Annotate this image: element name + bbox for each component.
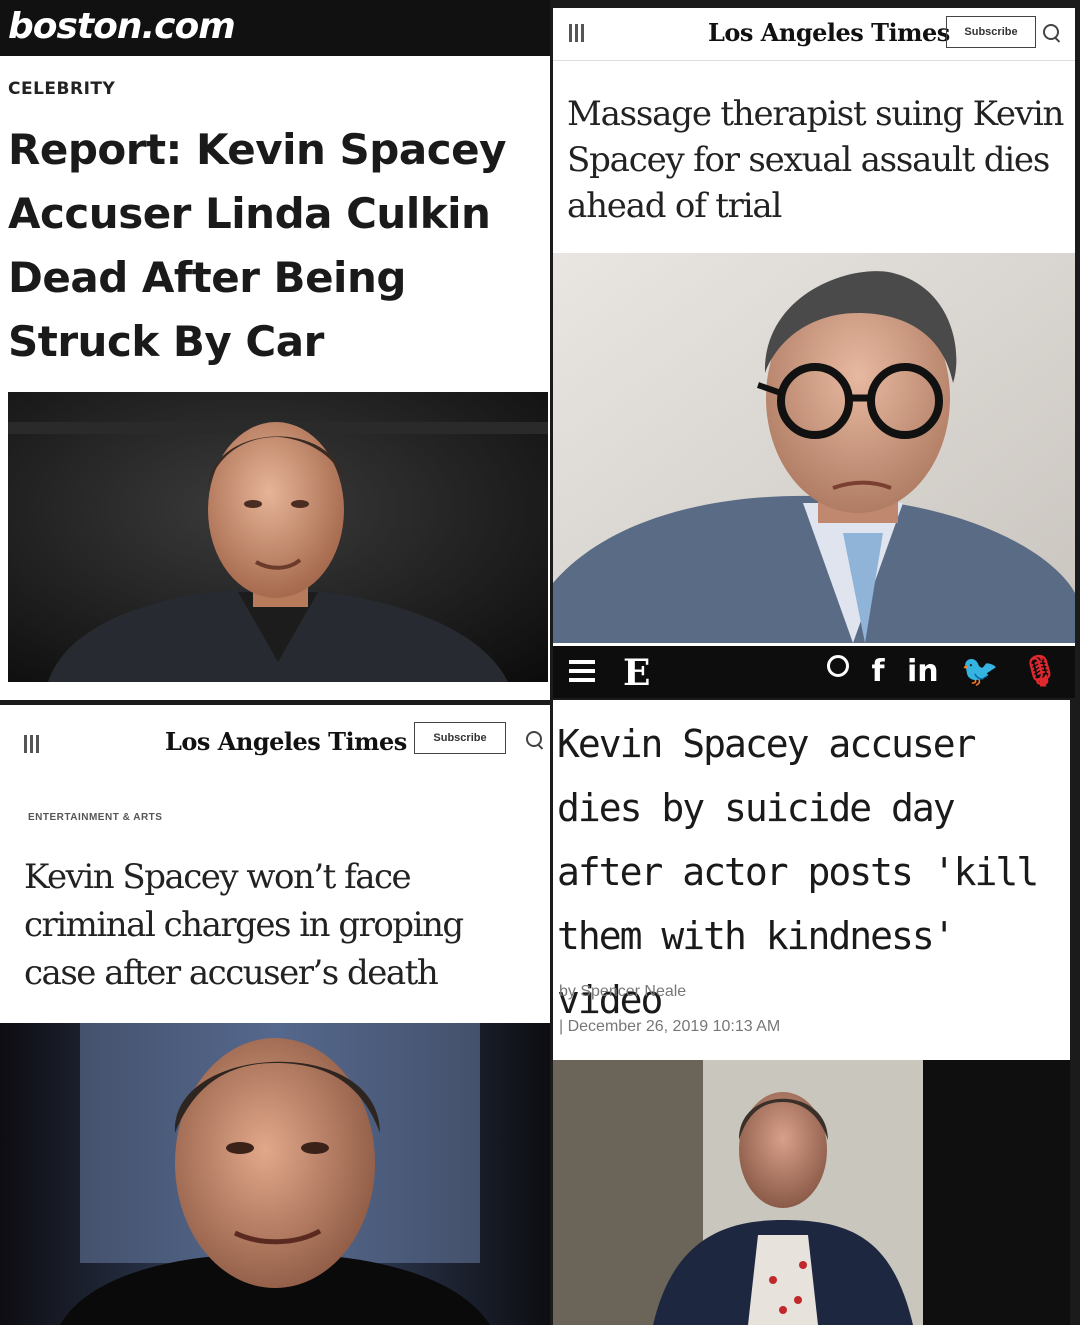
latimes-header: Los Angeles Times Subscribe xyxy=(553,8,1075,61)
search-icon[interactable] xyxy=(526,731,542,747)
facebook-icon[interactable]: f xyxy=(871,654,884,689)
article-card-suicide: Kevin Spacey accuser dies by suicide day… xyxy=(553,700,1070,1060)
publish-date: | December 26, 2019 10:13 AM xyxy=(559,1018,781,1035)
microphone-icon[interactable]: 🎙 xyxy=(1021,654,1059,689)
section-label[interactable]: CELEBRITY xyxy=(8,79,115,99)
twitter-icon[interactable]: 🐦 xyxy=(961,654,998,689)
menu-icon[interactable] xyxy=(24,735,46,753)
hamburger-menu-icon[interactable] xyxy=(569,660,595,687)
linkedin-icon[interactable]: in xyxy=(907,654,939,689)
subscribe-button[interactable]: Subscribe xyxy=(414,722,506,754)
site-nav-bar: E f in 🐦 🎙 xyxy=(553,646,1075,698)
boston-article-card: boston.com CELEBRITY Report: Kevin Space… xyxy=(0,0,550,700)
boston-header-bar: boston.com xyxy=(0,0,550,56)
spacey-video-photo xyxy=(0,1023,550,1325)
spacey-photo xyxy=(8,392,548,682)
article-headline[interactable]: Report: Kevin Spacey Accuser Linda Culki… xyxy=(8,118,538,374)
latimes-header: Los Angeles Times Subscribe xyxy=(0,705,550,785)
article-headline[interactable]: Massage therapist suing Kevin Spacey for… xyxy=(567,91,1067,229)
subscribe-button[interactable]: Subscribe xyxy=(946,16,1036,48)
article-photo-card xyxy=(553,1060,1070,1325)
site-logo[interactable]: E xyxy=(623,652,650,694)
byline[interactable]: by Spencer Neale xyxy=(559,983,686,1001)
boston-logo[interactable]: boston.com xyxy=(8,6,236,47)
article-headline[interactable]: Kevin Spacey won’t face criminal charges… xyxy=(24,853,534,997)
social-icons: f in 🐦 🎙 xyxy=(815,654,1059,689)
latimes-article-card-bottom: Los Angeles Times Subscribe ENTERTAINMEN… xyxy=(0,705,550,1325)
spacey-kitchen-photo xyxy=(553,1060,1070,1325)
search-icon[interactable] xyxy=(827,655,850,677)
search-icon[interactable] xyxy=(1043,24,1059,40)
latimes-logo[interactable]: Los Angeles Times xyxy=(165,727,407,756)
latimes-logo[interactable]: Los Angeles Times xyxy=(708,18,950,47)
spacey-glasses-photo xyxy=(553,253,1075,643)
section-label[interactable]: ENTERTAINMENT & ARTS xyxy=(28,812,162,823)
menu-icon[interactable] xyxy=(569,24,591,42)
latimes-article-card-top: Los Angeles Times Subscribe Massage ther… xyxy=(553,8,1075,698)
